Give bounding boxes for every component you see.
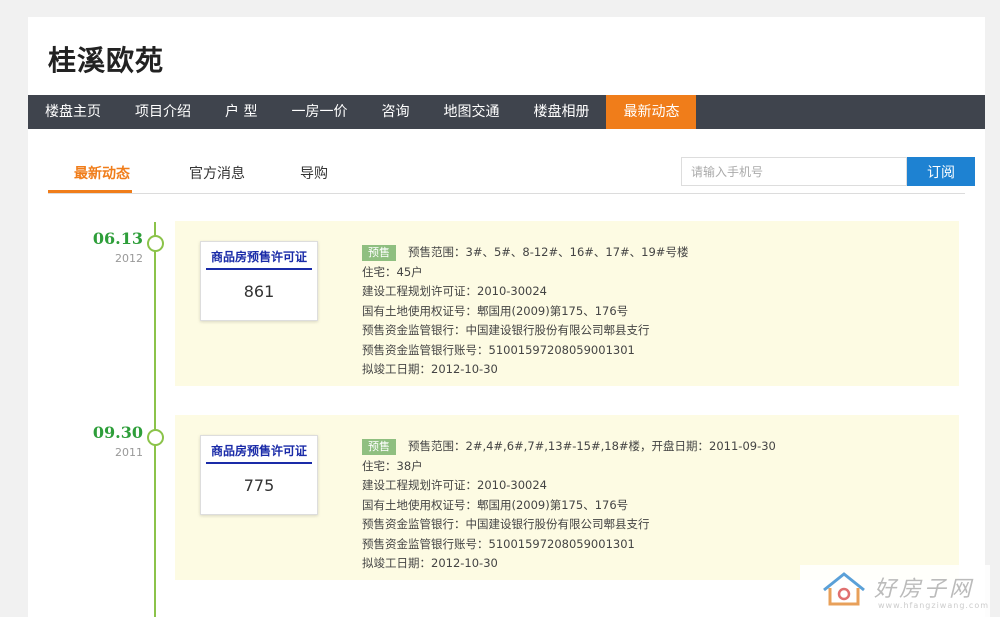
cert-number: 775 — [243, 476, 275, 495]
tab-official-news[interactable]: 官方消息 — [189, 163, 245, 183]
page-title: 桂溪欧苑 — [48, 44, 165, 77]
page-container: 桂溪欧苑 楼盘主页 项目介绍 户 型 一房一价 咨询 地图交通 楼盘相册 最新动… — [28, 17, 985, 617]
planning-permit: 建设工程规划许可证：2010-30024 — [362, 478, 547, 492]
subscribe-form: 订阅 — [681, 157, 975, 186]
news-entry: 商品房预售许可证 861 预售 预售范围：3#、5#、8-12#、16#、17#、… — [175, 221, 959, 386]
residential-count: 住宅：45户 — [362, 264, 423, 279]
completion-date: 拟竣工日期：2012-10-30 — [362, 362, 498, 376]
main-nav: 楼盘主页 项目介绍 户 型 一房一价 咨询 地图交通 楼盘相册 最新动态 — [28, 95, 985, 129]
timeline-dot — [147, 429, 164, 446]
presale-range: 预售范围：3#、5#、8-12#、16#、17#、19#号楼 — [408, 245, 689, 259]
bank-account: 预售资金监管银行账号：51001597208059001301 — [362, 342, 635, 357]
nav-item-price-list[interactable]: 一房一价 — [274, 95, 364, 129]
presale-badge: 预售 — [362, 245, 396, 261]
entry-info: 预售 预售范围：2#,4#,6#,7#,13#-15#,18#楼，开盘日期：201… — [362, 437, 776, 574]
nav-item-latest-news[interactable]: 最新动态 — [606, 95, 697, 129]
news-entry: 商品房预售许可证 775 预售 预售范围：2#,4#,6#,7#,13#-15#,… — [175, 415, 959, 580]
nav-item-project-intro[interactable]: 项目介绍 — [118, 95, 208, 129]
land-cert: 国有土地使用权证号：郫国用(2009)第175、176号 — [362, 303, 629, 318]
tab-shopping-guide[interactable]: 导购 — [300, 163, 328, 183]
timeline-line — [154, 222, 156, 617]
nav-item-consult[interactable]: 咨询 — [364, 95, 426, 129]
completion-date: 拟竣工日期：2012-10-30 — [362, 556, 498, 570]
active-tab-underline — [48, 190, 132, 193]
watermark-text: 好房子网 — [874, 577, 975, 602]
presale-cert-card[interactable]: 商品房预售许可证 861 — [200, 241, 318, 321]
cert-number: 861 — [243, 282, 275, 301]
nav-item-home[interactable]: 楼盘主页 — [28, 95, 118, 129]
timeline-date-day: 09.30 — [92, 423, 143, 442]
nav-item-map-traffic[interactable]: 地图交通 — [426, 95, 516, 129]
presale-cert-card[interactable]: 商品房预售许可证 775 — [200, 435, 318, 515]
nav-item-floor-plans[interactable]: 户 型 — [208, 95, 274, 129]
timeline-date: 06.13 2012 — [68, 229, 143, 265]
nav-item-photo-album[interactable]: 楼盘相册 — [516, 95, 606, 129]
timeline-date-year: 2012 — [115, 252, 143, 265]
presale-badge: 预售 — [362, 439, 396, 455]
house-logo-icon — [823, 572, 865, 606]
timeline-date: 09.30 2011 — [68, 423, 143, 459]
planning-permit: 建设工程规划许可证：2010-30024 — [362, 284, 547, 298]
timeline-dot — [147, 235, 164, 252]
supervising-bank: 预售资金监管银行：中国建设银行股份有限公司郫县支行 — [362, 323, 650, 337]
phone-input[interactable] — [681, 157, 907, 186]
tab-latest-news[interactable]: 最新动态 — [74, 163, 130, 183]
residential-count: 住宅：38户 — [362, 458, 423, 473]
watermark: 好房子网 www.hfangziwang.com — [800, 565, 990, 617]
watermark-url: www.hfangziwang.com — [878, 601, 990, 610]
subscribe-button[interactable]: 订阅 — [907, 157, 975, 186]
land-cert: 国有土地使用权证号：郫国用(2009)第175、176号 — [362, 497, 629, 512]
cert-title: 商品房预售许可证 — [206, 442, 312, 464]
presale-range: 预售范围：2#,4#,6#,7#,13#-15#,18#楼，开盘日期：2011-… — [408, 439, 776, 453]
cert-title: 商品房预售许可证 — [206, 248, 312, 270]
supervising-bank: 预售资金监管银行：中国建设银行股份有限公司郫县支行 — [362, 517, 650, 531]
timeline-date-year: 2011 — [115, 446, 143, 459]
bank-account: 预售资金监管银行账号：51001597208059001301 — [362, 536, 635, 551]
timeline-date-day: 06.13 — [92, 229, 143, 248]
entry-info: 预售 预售范围：3#、5#、8-12#、16#、17#、19#号楼 住宅：45户 … — [362, 243, 688, 380]
